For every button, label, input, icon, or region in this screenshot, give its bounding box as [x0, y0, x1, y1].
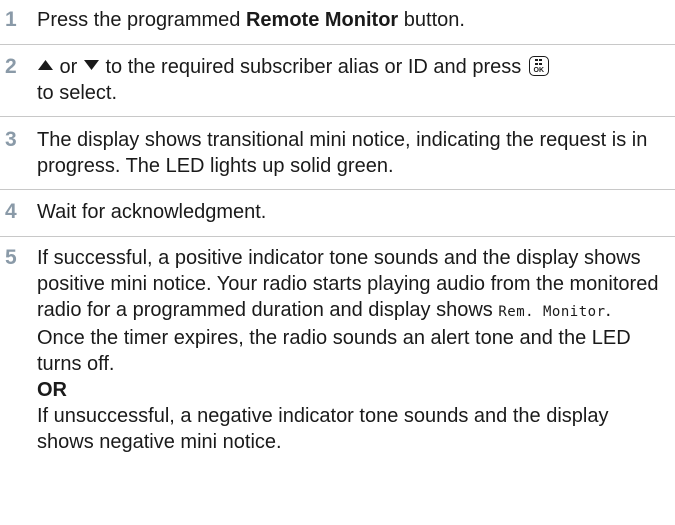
step-3: 3 The display shows transitional mini no… [0, 127, 675, 183]
arrow-up-icon [38, 59, 53, 70]
step-text: or to the required subscriber alias or I… [37, 54, 669, 106]
step-text: Wait for acknowledgment. [37, 201, 267, 223]
step-number: 2 [5, 55, 17, 78]
step-number: 4 [5, 200, 17, 223]
step-1: 1 Press the programmed Remote Monitor bu… [0, 7, 675, 37]
step-number: 3 [5, 128, 17, 151]
arrow-down-icon [83, 59, 99, 70]
divider [0, 44, 675, 45]
or-label: OR [37, 379, 67, 401]
step-text: Press the programmed Remote Monitor butt… [37, 9, 465, 31]
divider [0, 116, 675, 117]
step-text: The display shows transitional mini noti… [37, 129, 648, 177]
step-4: 4 Wait for acknowledgment. [0, 199, 675, 229]
step-5: 5 If successful, a positive indicator to… [0, 245, 675, 525]
step-number: 1 [5, 8, 17, 31]
step-number: 5 [5, 246, 17, 269]
divider [0, 236, 675, 237]
step-text: If successful, a positive indicator tone… [37, 247, 659, 453]
display-text: Rem. Monitor [498, 304, 606, 320]
divider [0, 189, 675, 190]
step-2: 2 or to the required subscriber alias or… [0, 54, 675, 110]
remote-monitor-label: Remote Monitor [245, 9, 399, 31]
procedure-document: 1 Press the programmed Remote Monitor bu… [0, 0, 675, 525]
menu-ok-button-icon: OK [528, 55, 549, 76]
